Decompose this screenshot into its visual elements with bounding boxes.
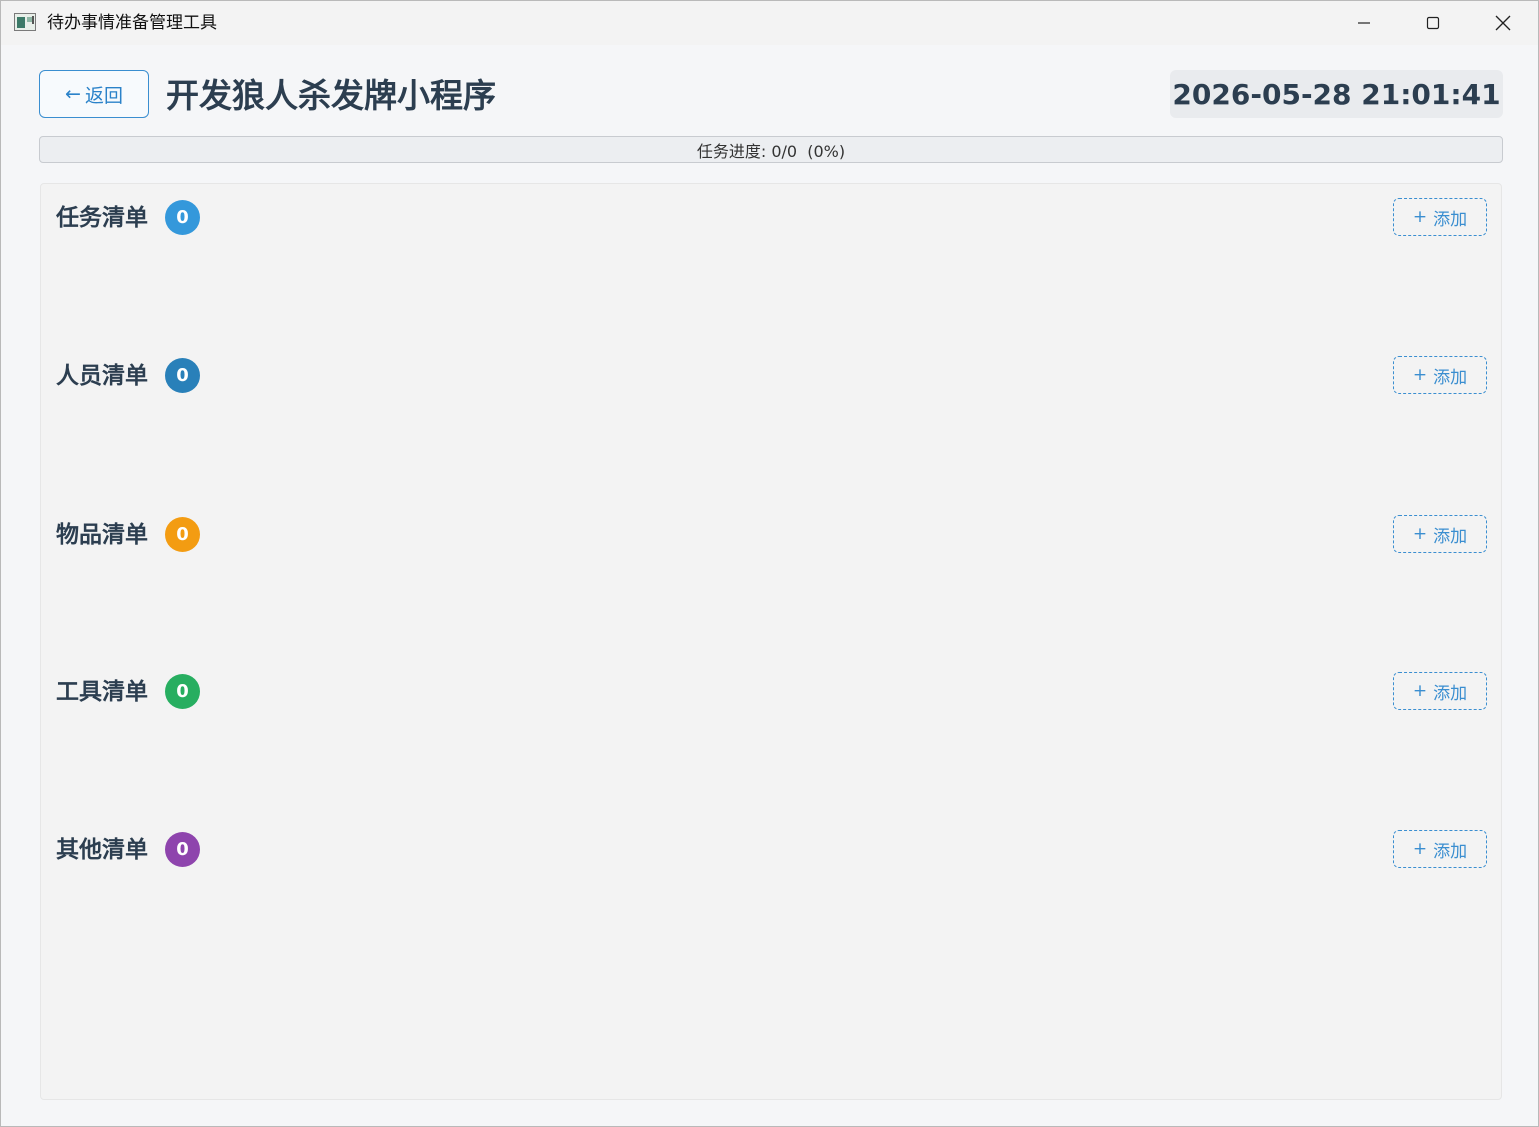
add-label: 添加 [1433, 526, 1468, 547]
app-window-icon [14, 13, 36, 31]
minimize-button[interactable] [1329, 1, 1399, 45]
section-title: 人员清单 [56, 363, 148, 389]
arrow-left-icon: ← [65, 83, 81, 105]
progress-label: 任务进度: 0/0 (0%) [696, 141, 846, 161]
section-tools-list: 工具清单 0 + 添加 [41, 658, 1501, 778]
section-other-list: 其他清单 0 + 添加 [41, 816, 1501, 936]
plus-icon: + [1412, 207, 1428, 227]
page-title: 开发狼人杀发牌小程序 [166, 76, 496, 115]
add-person-button[interactable]: + 添加 [1393, 356, 1487, 394]
close-icon [1495, 15, 1511, 31]
add-other-button[interactable]: + 添加 [1393, 830, 1487, 868]
section-title: 工具清单 [56, 679, 148, 705]
section-title: 任务清单 [56, 205, 148, 231]
datetime-display: 2026-05-28 21:01:41 [1170, 70, 1503, 118]
minimize-icon [1358, 22, 1370, 24]
lists-panel: 任务清单 0 + 添加 人员清单 0 + 添加 物品清单 0 + 添加 工具清单 [40, 183, 1502, 1100]
add-task-button[interactable]: + 添加 [1393, 198, 1487, 236]
window-title: 待办事情准备管理工具 [47, 13, 217, 33]
add-label: 添加 [1433, 209, 1468, 230]
title-bar: 待办事情准备管理工具 [1, 1, 1538, 45]
plus-icon: + [1412, 524, 1428, 544]
count-badge: 0 [165, 200, 200, 235]
app-window: 待办事情准备管理工具 ← 返回 开发狼人杀发牌小程序 2026-05-28 21… [0, 0, 1539, 1127]
task-progress-bar: 任务进度: 0/0 (0%) [39, 136, 1503, 163]
count-badge: 0 [165, 517, 200, 552]
section-title: 其他清单 [56, 837, 148, 863]
close-button[interactable] [1468, 1, 1538, 45]
maximize-button[interactable] [1398, 1, 1468, 45]
add-label: 添加 [1433, 367, 1468, 388]
section-task-list: 任务清单 0 + 添加 [41, 184, 1501, 304]
count-badge: 0 [165, 358, 200, 393]
count-badge: 0 [165, 832, 200, 867]
back-label: 返回 [84, 84, 123, 107]
add-label: 添加 [1433, 683, 1468, 704]
section-title: 物品清单 [56, 522, 148, 548]
back-button[interactable]: ← 返回 [39, 70, 149, 118]
section-items-list: 物品清单 0 + 添加 [41, 501, 1501, 621]
plus-icon: + [1412, 365, 1428, 385]
plus-icon: + [1412, 681, 1428, 701]
add-tool-button[interactable]: + 添加 [1393, 672, 1487, 710]
section-people-list: 人员清单 0 + 添加 [41, 342, 1501, 462]
maximize-icon [1426, 16, 1440, 30]
plus-icon: + [1412, 839, 1428, 859]
add-item-button[interactable]: + 添加 [1393, 515, 1487, 553]
add-label: 添加 [1433, 841, 1468, 862]
count-badge: 0 [165, 674, 200, 709]
